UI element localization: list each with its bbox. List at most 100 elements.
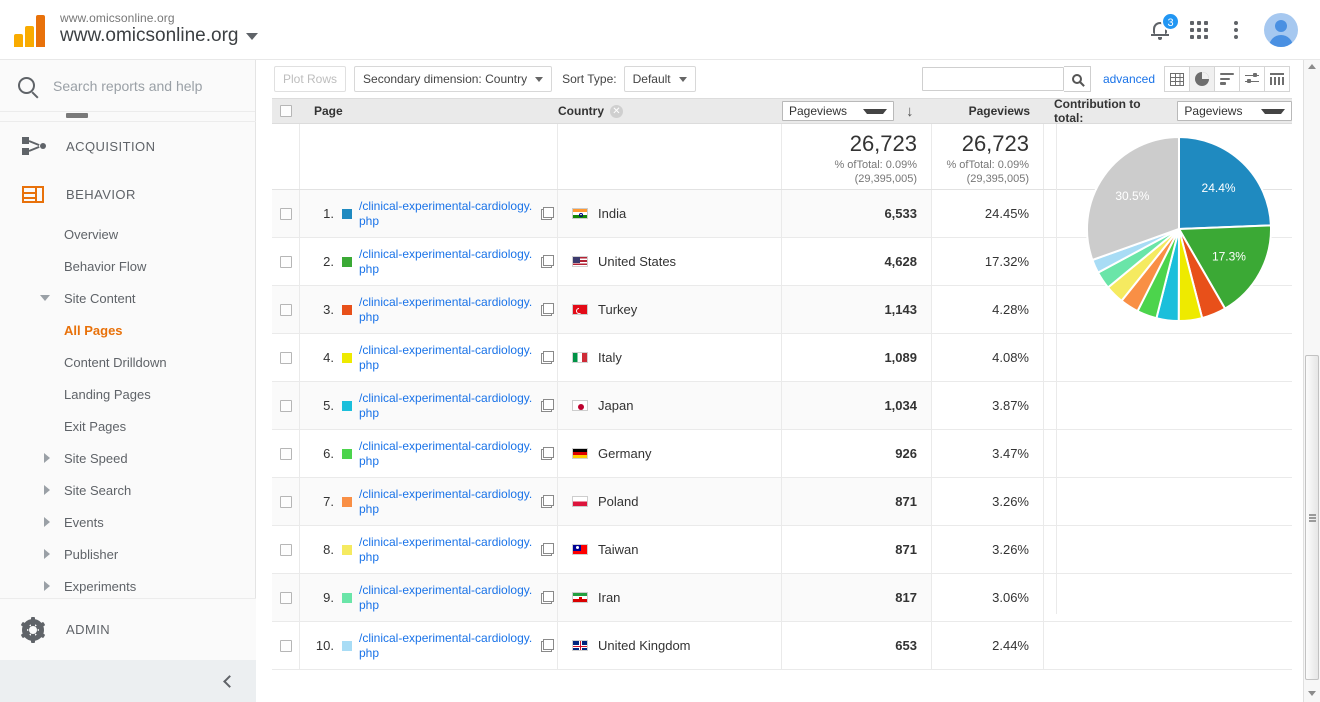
row-page-link[interactable]: /clinical-experimental-cardiology.php (359, 631, 535, 661)
row-page-cell: 3. /clinical-experimental-cardiology.php (300, 286, 558, 333)
scroll-up-button[interactable] (1304, 58, 1320, 75)
open-in-new-window-icon[interactable] (541, 207, 554, 220)
row-checkbox[interactable] (272, 622, 300, 669)
sidebar-section-behavior[interactable]: BEHAVIOR (0, 170, 256, 218)
sidebar-item-publisher[interactable]: Publisher (0, 538, 256, 570)
row-page-cell: 5. /clinical-experimental-cardiology.php (300, 382, 558, 429)
account-selector[interactable]: www.omicsonline.org www.omicsonline.org (60, 11, 259, 48)
expander-slot[interactable] (0, 549, 64, 559)
sidebar-search[interactable] (0, 60, 255, 112)
column-header-country[interactable]: Country ✕ (558, 104, 782, 119)
open-in-new-window-icon[interactable] (541, 639, 554, 652)
sort-type-button[interactable]: Default (623, 66, 696, 92)
open-in-new-window-icon[interactable] (541, 495, 554, 508)
contribution-control: Contribution to total: Pageviews (1044, 97, 1292, 125)
sidebar-item-all-pages[interactable]: All Pages (0, 314, 256, 346)
sidebar-item-content-drilldown[interactable]: Content Drilldown (0, 346, 256, 378)
row-page-link[interactable]: /clinical-experimental-cardiology.php (359, 439, 535, 469)
row-page-link[interactable]: /clinical-experimental-cardiology.php (359, 487, 535, 517)
open-in-new-window-icon[interactable] (541, 303, 554, 316)
row-page-link[interactable]: /clinical-experimental-cardiology.php (359, 583, 535, 613)
row-checkbox[interactable] (272, 478, 300, 525)
row-page-link[interactable]: /clinical-experimental-cardiology.php (359, 295, 535, 325)
sidebar-item-landing-pages[interactable]: Landing Pages (0, 378, 256, 410)
sidebar-item-behavior-flow[interactable]: Behavior Flow (0, 250, 256, 282)
row-checkbox[interactable] (272, 238, 300, 285)
pie-slice-label: 17.3% (1212, 250, 1246, 264)
row-checkbox[interactable] (272, 574, 300, 621)
chevron-down-icon[interactable] (246, 32, 259, 40)
expander-slot[interactable] (0, 295, 64, 301)
collapse-sidebar-button[interactable] (0, 660, 256, 702)
row-rank: 7. (323, 494, 334, 509)
more-options-icon[interactable] (1226, 20, 1246, 39)
scroll-down-button[interactable] (1304, 685, 1320, 702)
summary-blank-check (272, 124, 300, 189)
expander-slot[interactable] (0, 581, 64, 591)
row-rank: 5. (323, 398, 334, 413)
row-page-link[interactable]: /clinical-experimental-cardiology.php (359, 247, 535, 277)
sidebar-item-events[interactable]: Events (0, 506, 256, 538)
row-checkbox[interactable] (272, 526, 300, 573)
row-country-cell: Turkey (558, 286, 782, 333)
performance-view-icon[interactable] (1239, 66, 1265, 92)
sidebar-item-exit-pages[interactable]: Exit Pages (0, 410, 256, 442)
sidebar-nav[interactable]: ACQUISITION BEHAVIOR Overview Behavior F… (0, 112, 256, 658)
open-in-new-window-icon[interactable] (541, 255, 554, 268)
row-page-link[interactable]: /clinical-experimental-cardiology.php (359, 199, 535, 229)
row-page-link[interactable]: /clinical-experimental-cardiology.php (359, 535, 535, 565)
row-page-link[interactable]: /clinical-experimental-cardiology.php (359, 343, 535, 373)
pie-view-icon[interactable] (1189, 66, 1215, 92)
sidebar-item-admin[interactable]: ADMIN (0, 598, 256, 660)
row-page-link[interactable]: /clinical-experimental-cardiology.php (359, 391, 535, 421)
secondary-dimension-button[interactable]: Secondary dimension: Country (354, 66, 553, 92)
row-checkbox[interactable] (272, 190, 300, 237)
sidebar-item-site-search[interactable]: Site Search (0, 474, 256, 506)
row-checkbox[interactable] (272, 334, 300, 381)
sidebar-item-site-content[interactable]: Site Content (0, 282, 256, 314)
expander-slot[interactable] (0, 485, 64, 495)
remove-secondary-dimension-icon[interactable]: ✕ (610, 105, 623, 119)
apps-grid-icon[interactable] (1190, 20, 1208, 39)
open-in-new-window-icon[interactable] (541, 351, 554, 364)
sidebar-item-label: All Pages (64, 322, 123, 338)
pivot-view-icon[interactable] (1264, 66, 1290, 92)
scrollbar-thumb[interactable] (1305, 355, 1319, 680)
open-in-new-window-icon[interactable] (541, 543, 554, 556)
avatar[interactable] (1264, 12, 1298, 47)
column-header-pageviews[interactable]: Pageviews (932, 104, 1044, 118)
table-view-icon[interactable] (1164, 66, 1190, 92)
column-header-page[interactable]: Page (300, 104, 558, 118)
sidebar-item-site-speed[interactable]: Site Speed (0, 442, 256, 474)
advanced-filter-link[interactable]: advanced (1103, 72, 1155, 86)
row-checkbox[interactable] (272, 286, 300, 333)
summary-contribution: 26,723 % ofTotal: 0.09% (29,395,005) (932, 124, 1044, 189)
row-contribution: 3.26% (932, 478, 1044, 525)
row-checkbox[interactable] (272, 430, 300, 477)
table-search-button[interactable] (1063, 66, 1091, 92)
bar-view-icon[interactable] (1214, 66, 1240, 92)
page-scrollbar[interactable] (1303, 58, 1320, 702)
table-row[interactable]: 10. /clinical-experimental-cardiology.php… (272, 622, 1292, 670)
table-search-input[interactable] (921, 67, 1064, 91)
select-all-checkbox[interactable] (272, 105, 300, 117)
pie-chart[interactable]: 24.4% 17.3% 30.5% (1057, 124, 1305, 374)
row-checkbox[interactable] (272, 382, 300, 429)
plot-rows-button[interactable]: Plot Rows (274, 66, 347, 92)
row-rank: 4. (323, 350, 334, 365)
row-color-swatch (342, 640, 352, 651)
search-input[interactable] (53, 77, 243, 94)
open-in-new-window-icon[interactable] (541, 399, 554, 412)
contribution-select[interactable]: Pageviews (1177, 101, 1292, 121)
expander-slot[interactable] (0, 453, 64, 463)
row-country-cell: United States (558, 238, 782, 285)
sidebar-section-acquisition[interactable]: ACQUISITION (0, 122, 256, 170)
metric-select[interactable]: Pageviews (782, 101, 894, 121)
notifications-button[interactable]: 3 (1148, 11, 1180, 43)
open-in-new-window-icon[interactable] (541, 447, 554, 460)
sort-descending-icon[interactable]: ↓ (906, 104, 914, 119)
expander-slot[interactable] (0, 517, 64, 527)
sidebar-item-overview[interactable]: Overview (0, 218, 256, 250)
sidebar-item-label: Landing Pages (64, 386, 151, 402)
open-in-new-window-icon[interactable] (541, 591, 554, 604)
